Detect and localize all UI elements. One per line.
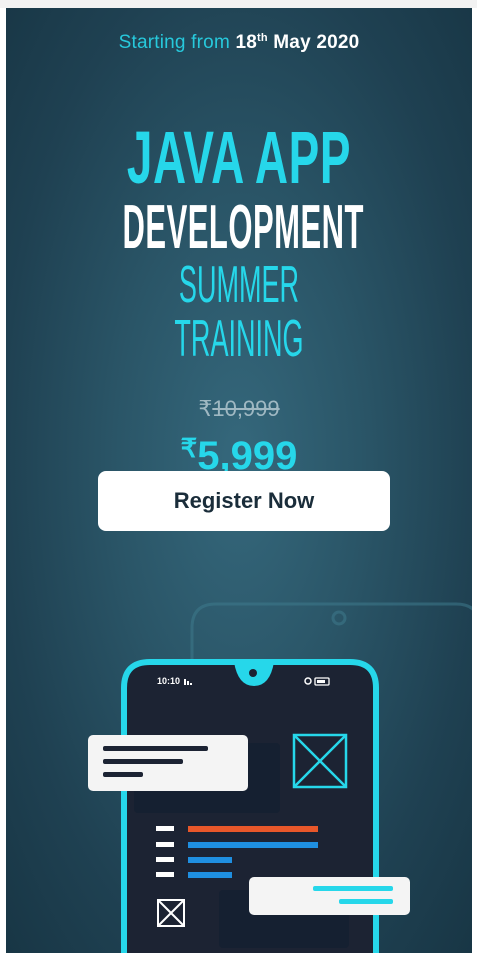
background-phone-camera <box>331 610 347 626</box>
phone-camera <box>249 669 257 677</box>
phone-illustration: 10:10 <box>88 602 472 953</box>
promo-banner[interactable]: Starting from 18th May 2020 JAVA APP DEV… <box>6 8 472 953</box>
right-message-bubble <box>249 877 410 915</box>
top-strip <box>0 0 477 8</box>
status-time: 10:10 <box>157 676 180 686</box>
